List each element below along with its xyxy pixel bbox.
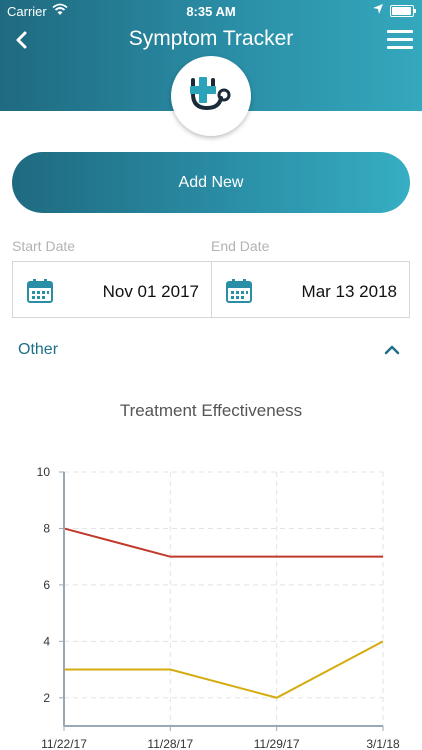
series-line-2 xyxy=(64,640,384,699)
hamburger-menu-icon[interactable] xyxy=(387,30,413,52)
location-arrow-icon xyxy=(373,4,383,14)
end-date-label: End Date xyxy=(211,238,270,254)
start-date-field[interactable]: Nov 01 2017 xyxy=(12,261,212,318)
x-tick-label: 11/22/17 xyxy=(41,737,87,750)
calendar-icon xyxy=(27,279,53,303)
chevron-up-icon[interactable] xyxy=(384,344,400,356)
start-date-label: Start Date xyxy=(12,238,76,254)
stethoscope-cross-icon xyxy=(190,77,231,111)
section-other-label[interactable]: Other xyxy=(18,341,58,359)
status-bar: Carrier 8:35 AM xyxy=(0,0,422,22)
clock-time: 8:35 AM xyxy=(186,4,236,19)
x-tick-label: 11/28/17 xyxy=(147,737,193,750)
chart-title: Treatment Effectiveness xyxy=(119,401,303,420)
y-tick-label: 6 xyxy=(43,578,50,592)
app-logo xyxy=(171,56,251,136)
series-line-1 xyxy=(63,527,383,558)
start-date-value: Nov 01 2017 xyxy=(102,282,199,301)
calendar-icon xyxy=(226,279,252,303)
battery-icon xyxy=(390,5,416,17)
y-tick-label: 8 xyxy=(43,521,50,535)
y-tick-label: 10 xyxy=(37,465,51,479)
y-tick-label: 2 xyxy=(43,691,50,705)
x-tick-label: 3/1/18 xyxy=(366,737,400,750)
treatment-effectiveness-chart: 2 4 6 8 10 11/22/17 11/28/17 11/29/17 3/1/18 xyxy=(37,465,400,750)
page-title: Symptom Tracker xyxy=(128,27,294,50)
add-new-button[interactable]: Add New xyxy=(12,152,410,213)
x-tick-label: 11/29/17 xyxy=(254,737,300,750)
end-date-value: Mar 13 2018 xyxy=(301,282,397,301)
y-tick-label: 4 xyxy=(43,634,50,648)
end-date-field[interactable]: Mar 13 2018 xyxy=(211,261,410,318)
